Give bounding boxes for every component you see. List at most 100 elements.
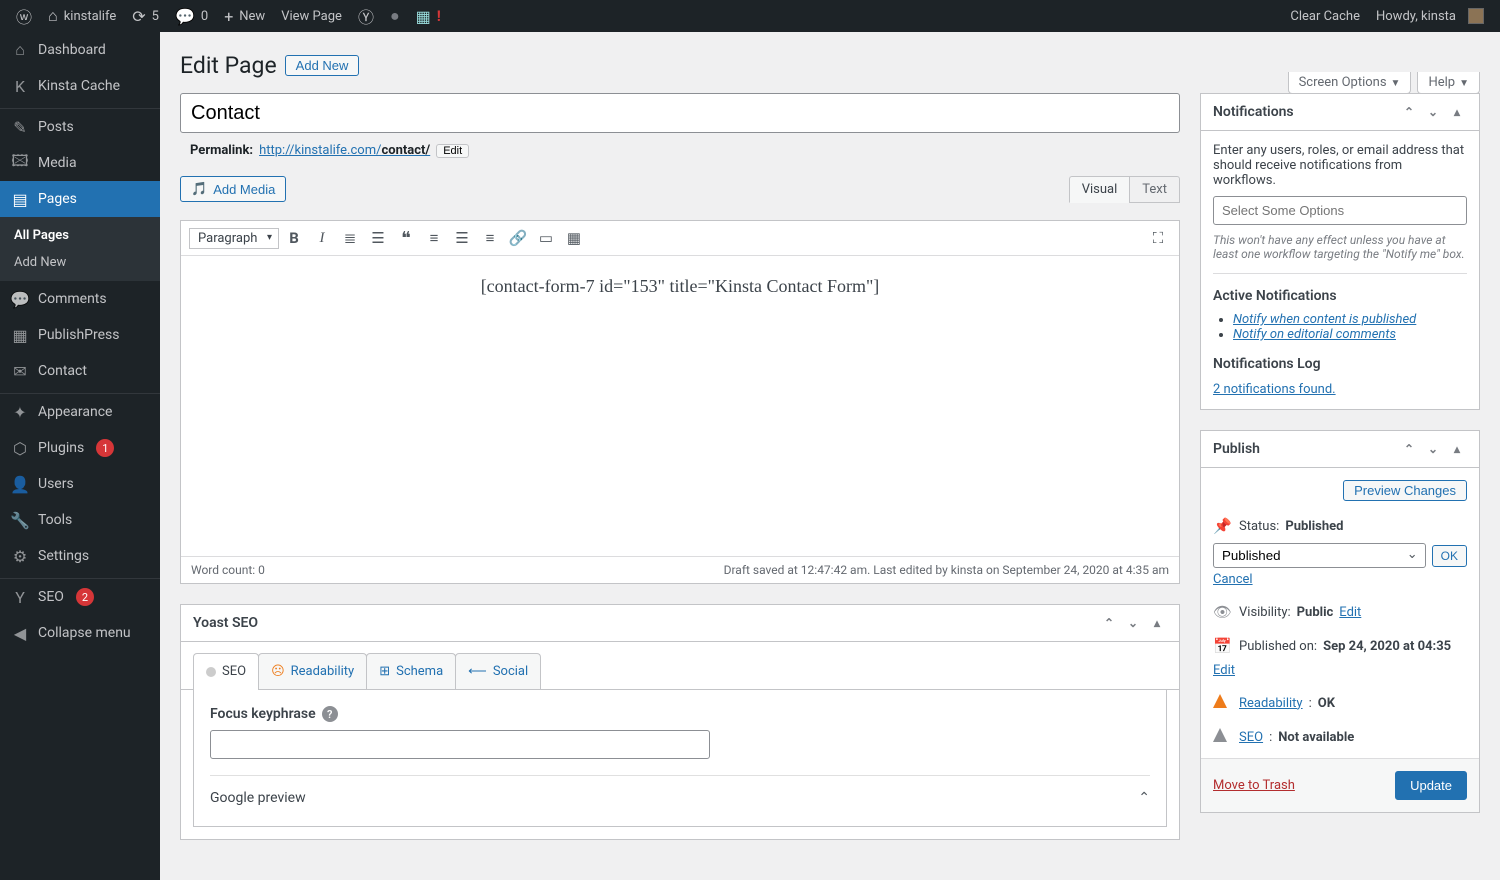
sidebar-item-posts[interactable]: ✎Posts	[0, 109, 160, 145]
text-tab[interactable]: Text	[1129, 176, 1180, 203]
comments-link[interactable]: 💬0	[167, 0, 216, 32]
readability-link[interactable]: Readability	[1239, 696, 1303, 711]
yoast-metabox-header[interactable]: Yoast SEO ⌃ ⌄ ▴	[181, 605, 1179, 642]
link-button[interactable]: 🔗	[505, 225, 531, 251]
yoast-social-tab[interactable]: ⟵Social	[455, 653, 541, 689]
readmore-button[interactable]: ▭	[533, 225, 559, 251]
update-button[interactable]: Update	[1395, 771, 1467, 800]
toolbar-toggle-button[interactable]: ▦	[561, 225, 587, 251]
help-icon[interactable]: ?	[322, 706, 338, 722]
editor-toolbar: Paragraph B I ≣ ☰ ❝ ≡ ☰ ≡ 🔗 ▭ ▦ ⛶	[181, 221, 1179, 256]
sidebar-item-appearance[interactable]: ✦Appearance	[0, 394, 160, 430]
italic-button[interactable]: I	[309, 225, 335, 251]
permalink-link[interactable]: http://kinstalife.com/contact/	[259, 143, 430, 158]
notifications-select-input[interactable]	[1213, 196, 1467, 225]
preview-changes-button[interactable]: Preview Changes	[1343, 480, 1467, 501]
notifications-header[interactable]: Notifications ⌃ ⌄ ▴	[1201, 94, 1479, 131]
status-select[interactable]: Published	[1213, 543, 1426, 568]
blockquote-button[interactable]: ❝	[393, 225, 419, 251]
account-link[interactable]: Howdy, kinsta	[1368, 0, 1492, 32]
bold-button[interactable]: B	[281, 225, 307, 251]
add-new-button[interactable]: Add New	[285, 55, 360, 76]
focus-keyphrase-label: Focus keyphrase?	[210, 706, 1150, 722]
notifications-help: This won't have any effect unless you ha…	[1213, 233, 1467, 261]
seo-link[interactable]: SEO	[1239, 730, 1263, 745]
notifications-log-link[interactable]: 2 notifications found.	[1213, 382, 1467, 397]
sidebar-subitem-all-pages[interactable]: All Pages	[0, 222, 160, 249]
status-ok-button[interactable]: OK	[1432, 545, 1467, 567]
editor: Paragraph B I ≣ ☰ ❝ ≡ ☰ ≡ 🔗 ▭ ▦ ⛶ [conta…	[180, 220, 1180, 584]
sidebar-item-media[interactable]: 🖾Media	[0, 145, 160, 181]
align-center-button[interactable]: ☰	[449, 225, 475, 251]
status-cancel-link[interactable]: Cancel	[1213, 572, 1253, 587]
help-tab[interactable]: Help▼	[1417, 72, 1480, 94]
yoast-seo-tab[interactable]: SEO	[193, 653, 259, 689]
sidebar-item-contact[interactable]: ✉Contact	[0, 353, 160, 389]
chevron-down-icon[interactable]: ⌄	[1423, 105, 1443, 119]
fullscreen-button[interactable]: ⛶	[1145, 225, 1171, 251]
sidebar-item-kinsta-cache[interactable]: KKinsta Cache	[0, 68, 160, 104]
post-title-input[interactable]	[180, 93, 1180, 133]
new-link[interactable]: +New	[216, 0, 273, 32]
yoast-schema-tab[interactable]: ⊞Schema	[366, 653, 456, 689]
published-edit-link[interactable]: Edit	[1213, 663, 1235, 678]
site-link[interactable]: ⌂kinstalife	[40, 0, 124, 32]
sidebar-item-label: Pages	[38, 191, 77, 207]
number-list-button[interactable]: ☰	[365, 225, 391, 251]
format-select[interactable]: Paragraph	[189, 228, 279, 249]
sidebar-item-users[interactable]: 👤Users	[0, 466, 160, 502]
sidebar-item-collapse-menu[interactable]: ◀Collapse menu	[0, 615, 160, 651]
screen-options-tab[interactable]: Screen Options▼	[1288, 72, 1412, 94]
caret-up-icon[interactable]: ▴	[1147, 616, 1167, 630]
sidebar-item-tools[interactable]: 🔧Tools	[0, 502, 160, 538]
chevron-up-icon[interactable]: ⌃	[1138, 790, 1150, 806]
plus-icon: +	[224, 7, 233, 26]
qm-bar[interactable]: ▦!	[408, 0, 449, 32]
chevron-up-icon[interactable]: ⌃	[1099, 616, 1119, 630]
align-right-button[interactable]: ≡	[477, 225, 503, 251]
active-notifications-heading: Active Notifications	[1213, 288, 1467, 304]
admin-bar: ⓦ ⌂kinstalife ⟳5 💬0 +New View Page Ⓨ ● ▦…	[0, 0, 1500, 32]
editor-content[interactable]: [contact-form-7 id="153" title="Kinsta C…	[181, 256, 1179, 556]
status-dot[interactable]: ●	[382, 0, 408, 32]
focus-keyphrase-input[interactable]	[210, 730, 710, 759]
sidebar-item-settings[interactable]: ⚙Settings	[0, 538, 160, 574]
sidebar-item-label: Appearance	[38, 404, 112, 420]
menu-icon: 🖾	[10, 153, 30, 173]
sidebar-item-pages[interactable]: ▤Pages	[0, 181, 160, 217]
chevron-down-icon[interactable]: ⌄	[1423, 442, 1443, 456]
publish-title: Publish	[1213, 441, 1260, 457]
publish-header[interactable]: Publish ⌃ ⌄ ▴	[1201, 431, 1479, 468]
visibility-edit-link[interactable]: Edit	[1339, 605, 1361, 620]
visual-tab[interactable]: Visual	[1069, 176, 1130, 203]
sidebar-item-seo[interactable]: YSEO2	[0, 579, 160, 615]
share-icon: ⟵	[468, 664, 487, 679]
edit-permalink-button[interactable]: Edit	[436, 144, 469, 158]
yoast-readability-tab[interactable]: ☹Readability	[258, 653, 367, 689]
caret-up-icon[interactable]: ▴	[1447, 105, 1467, 119]
yoast-bar[interactable]: Ⓨ	[350, 0, 382, 32]
chevron-down-icon[interactable]: ⌄	[1123, 616, 1143, 630]
notification-link[interactable]: Notify on editorial comments	[1233, 327, 1396, 342]
badge: 2	[76, 588, 94, 606]
sidebar-item-plugins[interactable]: ⬡Plugins1	[0, 430, 160, 466]
sidebar-item-comments[interactable]: 💬Comments	[0, 281, 160, 317]
move-to-trash-link[interactable]: Move to Trash	[1213, 778, 1295, 793]
align-left-button[interactable]: ≡	[421, 225, 447, 251]
bullet-list-button[interactable]: ≣	[337, 225, 363, 251]
sidebar-item-publishpress[interactable]: ▦PublishPress	[0, 317, 160, 353]
google-preview-label: Google preview	[210, 790, 306, 806]
clear-cache-link[interactable]: Clear Cache	[1282, 0, 1368, 32]
notification-link[interactable]: Notify when content is published	[1233, 312, 1416, 327]
caret-up-icon[interactable]: ▴	[1447, 442, 1467, 456]
seo-value: Not available	[1278, 730, 1354, 745]
chevron-up-icon[interactable]: ⌃	[1399, 442, 1419, 456]
sidebar-subitem-add-new[interactable]: Add New	[0, 249, 160, 276]
view-page-link[interactable]: View Page	[273, 0, 350, 32]
editor-status: Draft saved at 12:47:42 am. Last edited …	[724, 563, 1169, 577]
updates-link[interactable]: ⟳5	[124, 0, 167, 32]
chevron-up-icon[interactable]: ⌃	[1399, 105, 1419, 119]
add-media-button[interactable]: 🎵Add Media	[180, 176, 286, 202]
wp-logo[interactable]: ⓦ	[8, 0, 40, 32]
sidebar-item-dashboard[interactable]: ⌂Dashboard	[0, 32, 160, 68]
